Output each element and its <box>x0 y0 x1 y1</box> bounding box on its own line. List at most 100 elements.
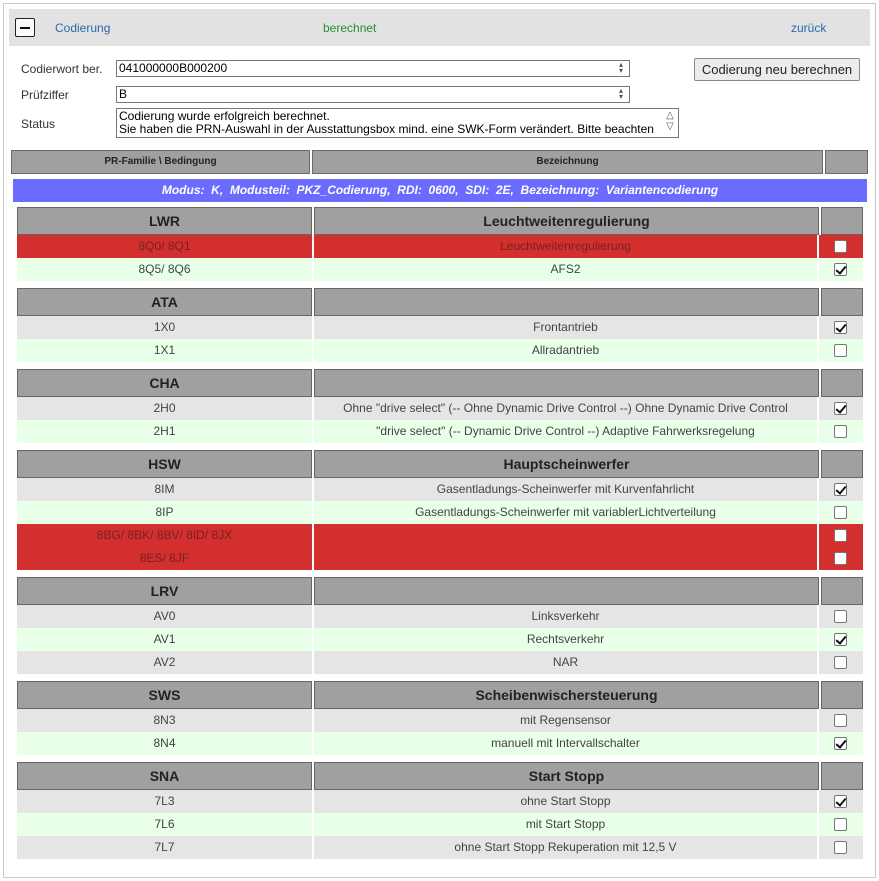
group-header: CHA <box>17 369 863 397</box>
option-checkbox[interactable] <box>834 529 847 542</box>
group-header: LWR Leuchtweitenregulierung <box>17 207 863 235</box>
option-checkbox[interactable] <box>834 737 847 750</box>
pr-code: AV0 <box>17 605 314 628</box>
group-check-header <box>821 450 863 478</box>
recalc-button[interactable]: Codierung neu berechnen <box>694 58 860 81</box>
pr-code: 7L7 <box>17 836 314 859</box>
group-name: Hauptscheinwerfer <box>314 450 819 478</box>
table-row: 2H0 Ohne "drive select" (-- Ohne Dynamic … <box>17 397 863 420</box>
pr-code: 7L3 <box>17 790 314 813</box>
check-cell <box>819 605 863 628</box>
check-cell <box>819 628 863 651</box>
option-checkbox[interactable] <box>834 344 847 357</box>
group-code: LRV <box>17 577 312 605</box>
pr-code: 8BG/ 8BK/ 8BV/ 8ID/ 8JX <box>17 524 314 547</box>
table-row: 7L3 ohne Start Stopp <box>17 790 863 813</box>
option-checkbox[interactable] <box>834 795 847 808</box>
description: "drive select" (-- Dynamic Drive Control… <box>314 420 819 443</box>
option-checkbox[interactable] <box>834 610 847 623</box>
pr-code: 8Q5/ 8Q6 <box>17 258 314 281</box>
pr-code: 8IM <box>17 478 314 501</box>
mode-bar: Modus: K, Modusteil: PKZ_Codierung, RDI:… <box>13 179 867 202</box>
pr-code: 8IP <box>17 501 314 524</box>
option-checkbox[interactable] <box>834 552 847 565</box>
option-checkbox[interactable] <box>834 714 847 727</box>
pr-code: 1X1 <box>17 339 314 362</box>
group-header: SNA Start Stopp <box>17 762 863 790</box>
description: Rechtsverkehr <box>314 628 819 651</box>
table-row: AV0 Linksverkehr <box>17 605 863 628</box>
table-row: 8Q0/ 8Q1 Leuchtweitenregulierung <box>17 235 863 258</box>
pr-code: 8N4 <box>17 732 314 755</box>
status-textarea[interactable]: Codierung wurde erfolgreich berechnet. S… <box>116 108 679 138</box>
scroll-arrows-icon[interactable]: △ ▽ <box>664 110 676 136</box>
check-cell <box>819 397 863 420</box>
option-checkbox[interactable] <box>834 483 847 496</box>
option-checkbox[interactable] <box>834 263 847 276</box>
pruefziffer-field[interactable]: B ▴ ▾ <box>116 86 630 103</box>
table-row: 1X1 Allradantrieb <box>17 339 863 362</box>
pr-code: 8Q0/ 8Q1 <box>17 235 314 258</box>
spinner-icon[interactable]: ▴ ▾ <box>616 61 626 75</box>
group-ata: ATA 1X0 Frontantrieb 1X1 Allradantrieb <box>17 288 863 362</box>
group-header: SWS Scheibenwischersteuerung <box>17 681 863 709</box>
description: Frontantrieb <box>314 316 819 339</box>
group-check-header <box>821 207 863 235</box>
check-cell <box>819 339 863 362</box>
calc-status: berechnet <box>323 21 377 35</box>
pruefziffer-label: Prüfziffer <box>21 88 69 102</box>
option-checkbox[interactable] <box>834 402 847 415</box>
check-cell <box>819 235 863 258</box>
group-hsw: HSW Hauptscheinwerfer 8IM Gasentladungs-Sch… <box>17 450 863 570</box>
group-name <box>314 577 819 605</box>
group-header: LRV <box>17 577 863 605</box>
pr-code: AV1 <box>17 628 314 651</box>
spinner-icon[interactable]: ▴ ▾ <box>616 87 626 101</box>
group-code: SWS <box>17 681 312 709</box>
table-row: 8ES/ 8JF <box>17 547 863 570</box>
description: Leuchtweitenregulierung <box>314 235 819 258</box>
group-lrv: LRV AV0 Linksverkehr AV1 Rechtsverkehr AV2 NAR <box>17 577 863 674</box>
panel-title: Codierung <box>55 21 111 35</box>
pruefziffer-value: B <box>119 87 128 101</box>
description: Linksverkehr <box>314 605 819 628</box>
check-cell <box>819 790 863 813</box>
collapse-icon[interactable] <box>15 18 35 37</box>
codierwort-field[interactable]: 041000000B000200 ▴ ▾ <box>116 60 630 77</box>
check-cell <box>819 420 863 443</box>
option-checkbox[interactable] <box>834 240 847 253</box>
panel-header: Codierung berechnet zurück <box>9 9 870 46</box>
check-cell <box>819 836 863 859</box>
check-cell <box>819 316 863 339</box>
column-header-desc: Bezeichnung <box>312 150 823 174</box>
group-check-header <box>821 681 863 709</box>
description: manuell mit Intervallschalter <box>314 732 819 755</box>
group-check-header <box>821 762 863 790</box>
table-row: 1X0 Frontantrieb <box>17 316 863 339</box>
option-checkbox[interactable] <box>834 841 847 854</box>
group-check-header <box>821 577 863 605</box>
description: Ohne "drive select" (-- Ohne Dynamic Dri… <box>314 397 819 420</box>
option-checkbox[interactable] <box>834 656 847 669</box>
check-cell <box>819 732 863 755</box>
description: Gasentladungs-Scheinwerfer mit variabler… <box>314 501 819 524</box>
status-label: Status <box>21 117 56 131</box>
group-name <box>314 369 819 397</box>
check-cell <box>819 547 863 570</box>
check-cell <box>819 709 863 732</box>
option-checkbox[interactable] <box>834 506 847 519</box>
back-link[interactable]: zurück <box>791 21 826 35</box>
check-cell <box>819 651 863 674</box>
option-checkbox[interactable] <box>834 425 847 438</box>
table-row: 8BG/ 8BK/ 8BV/ 8ID/ 8JX <box>17 524 863 547</box>
option-checkbox[interactable] <box>834 321 847 334</box>
option-checkbox[interactable] <box>834 633 847 646</box>
group-lwr: LWR Leuchtweitenregulierung 8Q0/ 8Q1 Leucht… <box>17 207 863 281</box>
group-sna: SNA Start Stopp 7L3 ohne Start Stopp 7L6 mit … <box>17 762 863 859</box>
option-checkbox[interactable] <box>834 818 847 831</box>
table-row: 8N3 mit Regensensor <box>17 709 863 732</box>
group-sws: SWS Scheibenwischersteuerung 8N3 mit Regens… <box>17 681 863 755</box>
description: ohne Start Stopp Rekuperation mit 12,5 V <box>314 836 819 859</box>
check-cell <box>819 524 863 547</box>
pr-code: AV2 <box>17 651 314 674</box>
